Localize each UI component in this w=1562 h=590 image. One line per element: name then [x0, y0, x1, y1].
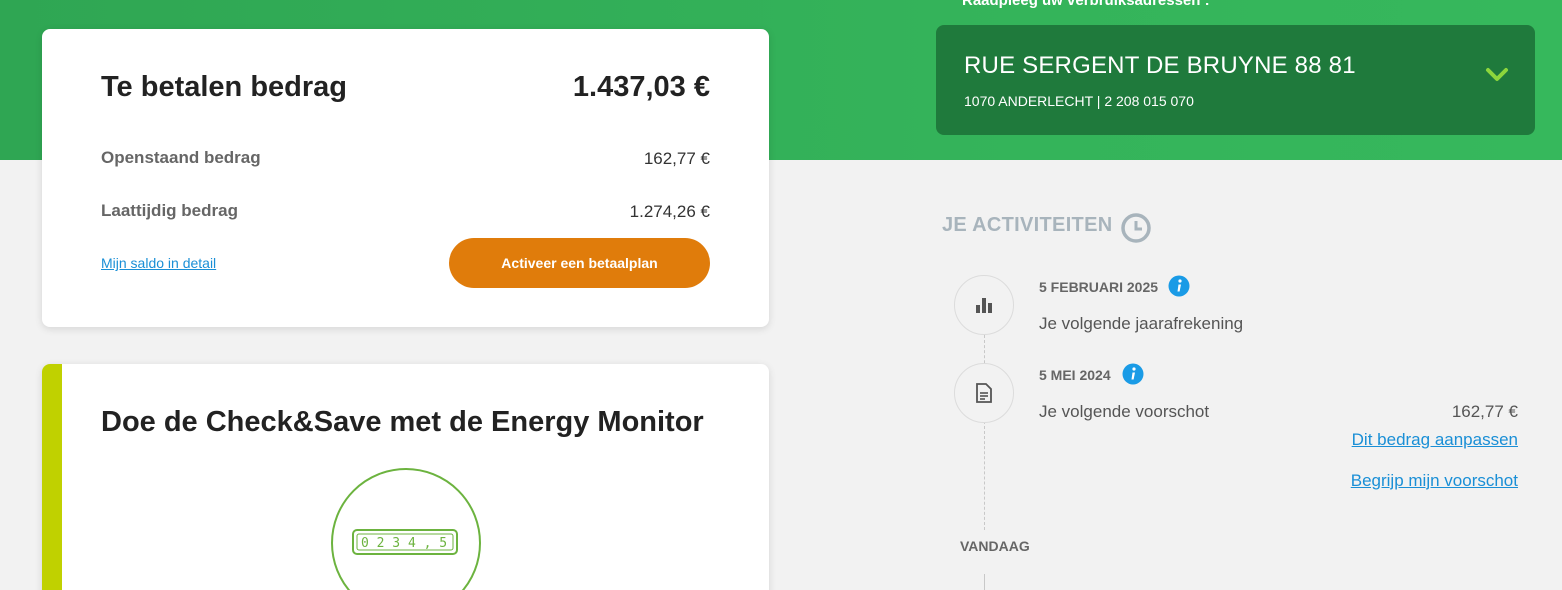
address-city-line: 1070 ANDERLECHT | 2 208 015 070 — [964, 93, 1194, 109]
late-value: 1.274,26 € — [629, 202, 710, 221]
timeline-item-icon — [954, 275, 1014, 335]
meter-digits: 0 2 3 4 , 5 — [361, 536, 447, 551]
activity-date: 5 MEI 2024 — [1039, 367, 1111, 383]
activate-payment-plan-button[interactable]: Activeer een betaalplan — [449, 238, 710, 288]
clock-icon — [1121, 213, 1151, 243]
activity-text: Je volgende jaarafrekening — [1039, 314, 1244, 333]
timeline-item-icon — [954, 363, 1014, 423]
late-label: Laattijdig bedrag — [101, 201, 238, 220]
activities-heading: JE ACTIVITEITEN — [942, 214, 1113, 236]
address-heading: Raadpleeg uw verbruiksadressen : — [962, 0, 1210, 9]
activity-date: 5 FEBRUARI 2025 — [1039, 279, 1159, 295]
info-icon[interactable] — [1122, 363, 1144, 385]
balance-detail-link[interactable]: Mijn saldo in detail — [101, 255, 216, 271]
activity-text: Je volgende voorschot — [1039, 402, 1210, 421]
check-save-card: Doe de Check&Save met de Energy Monitor … — [42, 364, 769, 590]
timeline-line-today — [984, 574, 985, 590]
address-selector[interactable]: RUE SERGENT DE BRUYNE 88 81 1070 ANDERLE… — [936, 25, 1535, 135]
outstanding-label: Openstaand bedrag — [101, 148, 261, 167]
today-label: VANDAAG — [960, 538, 1030, 554]
energy-meter-icon: 0 2 3 4 , 5 — [331, 468, 481, 590]
bar-chart-icon — [976, 298, 992, 313]
address-street: RUE SERGENT DE BRUYNE 88 81 — [964, 52, 1356, 79]
info-icon[interactable] — [1168, 275, 1190, 297]
activity-amount: 162,77 € — [1451, 402, 1518, 421]
outstanding-value: 162,77 € — [643, 149, 710, 168]
adjust-amount-link[interactable]: Dit bedrag aanpassen — [1352, 430, 1518, 450]
check-save-title: Doe de Check&Save met de Energy Monitor — [101, 406, 704, 438]
document-icon — [976, 383, 992, 403]
understand-advance-link[interactable]: Begrijp mijn voorschot — [1351, 471, 1518, 491]
card-accent-bar — [42, 364, 62, 590]
payment-card: Te betalen bedrag 1.437,03 € Openstaand … — [42, 29, 769, 327]
payment-title: Te betalen bedrag — [101, 71, 348, 103]
chevron-down-icon[interactable] — [1485, 65, 1509, 85]
payment-total: 1.437,03 € — [572, 71, 710, 103]
